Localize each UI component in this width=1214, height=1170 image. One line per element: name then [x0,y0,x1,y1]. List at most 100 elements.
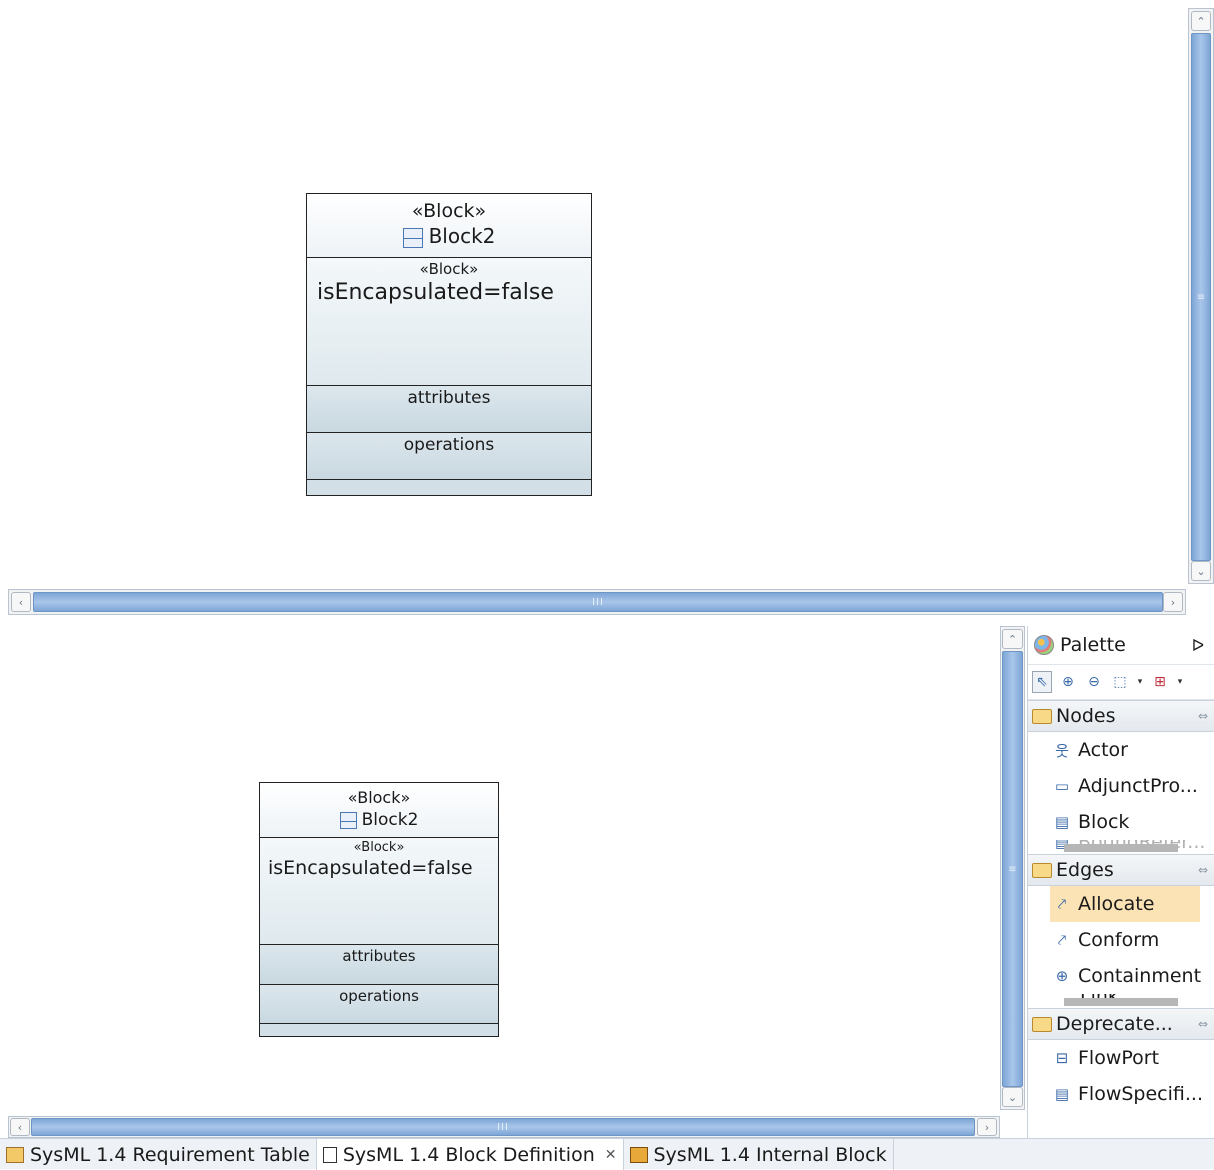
palette-entry-block[interactable]: ▤ Block [1028,804,1214,840]
internal-block-icon [629,1146,648,1163]
operations-compartment[interactable]: operations [260,985,498,1024]
scroll-left-button[interactable]: ‹ [11,592,31,612]
palette-panel: Palette ᐅ ⇖ ⊕ ⊖ ⬚ ▾ ⊞ ▾ Nodes ⇔ 웃 Actor ▭… [1027,626,1214,1140]
block-footer [260,1024,498,1036]
drawer-deprecated[interactable]: Deprecate... ⇔ [1028,1008,1214,1040]
flowport-icon: ⊟ [1055,1049,1069,1067]
palette-entry-link[interactable]: Link [1028,994,1214,1008]
scroll-thumb[interactable]: III [33,592,1163,612]
actor-icon: 웃 [1055,741,1069,760]
close-tab-icon[interactable]: ✕ [605,1147,617,1163]
palette-entry-adjunct-property[interactable]: ▭ AdjunctPro... [1028,768,1214,804]
block-icon: ▤ [1054,813,1070,831]
pin-icon[interactable]: ⇔ [1198,863,1208,877]
scroll-up-button[interactable]: ⌃ [1002,629,1023,649]
zoom-in-icon[interactable]: ⊕ [1058,671,1078,693]
dropdown-arrow-icon[interactable]: ▾ [1136,671,1144,693]
scroll-right-button[interactable]: › [977,1118,997,1136]
tab-label: SysML 1.4 Internal Block [653,1143,887,1166]
scroll-down-button[interactable]: ⌄ [1002,1087,1023,1107]
collapse-palette-icon[interactable]: ᐅ [1192,636,1204,655]
operations-label: operations [403,435,495,455]
connection-tool-icon[interactable]: ⊞ [1150,671,1170,693]
block-body: «Block» isEncapsulated=false [260,838,498,945]
pin-icon[interactable]: ⇔ [1198,1017,1208,1031]
top-block2-figure[interactable]: «Block» Block2 «Block» isEncapsulated=fa… [306,193,592,496]
folder-open-icon [1032,708,1052,724]
is-encapsulated-property[interactable]: isEncapsulated=false [260,855,498,881]
scroll-left-button[interactable]: ‹ [10,1118,30,1136]
entry-label: AdjunctPro... [1078,775,1198,797]
more-entries-indicator[interactable] [1064,998,1178,1006]
entry-label: Containment [1078,965,1202,987]
grip-icon: ≡ [1008,863,1017,875]
folder-open-icon [1032,1016,1052,1032]
scroll-down-button[interactable]: ⌄ [1191,561,1211,581]
tab-label: SysML 1.4 Block Definition [342,1143,595,1166]
select-tool-icon[interactable]: ⇖ [1032,671,1052,693]
chevron-down-icon: ⌄ [1007,1090,1018,1104]
block-stereotype: «Block» [411,200,487,222]
drawer-edges[interactable]: Edges ⇔ [1028,854,1214,886]
tab-label: SysML 1.4 Requirement Table [30,1143,310,1166]
scroll-thumb[interactable]: ≡ [1191,33,1211,561]
chevron-up-icon: ⌃ [1007,632,1018,646]
zoom-out-icon[interactable]: ⊖ [1084,671,1104,693]
is-encapsulated-property[interactable]: isEncapsulated=false [307,278,591,308]
bottom-vertical-scrollbar[interactable]: ⌃ ≡ ⌄ [1000,626,1025,1110]
scroll-right-button[interactable]: › [1163,592,1183,612]
palette-header[interactable]: Palette ᐅ [1028,626,1214,664]
chevron-right-icon: › [1170,595,1176,609]
drawer-label: Edges [1056,859,1114,881]
top-diagram-canvas[interactable] [0,0,1186,588]
body-stereotype: «Block» [353,840,405,855]
palette-entry-actor[interactable]: 웃 Actor [1028,732,1214,768]
block-name[interactable]: Block2 [362,810,419,830]
tab-block-definition[interactable]: SysML 1.4 Block Definition ✕ [316,1139,624,1170]
editor-tab-bar: SysML 1.4 Requirement Table SysML 1.4 Bl… [0,1138,1214,1170]
allocate-icon: ⤤ [1057,895,1067,913]
palette-entry-flow-specification[interactable]: ▤ FlowSpecifi... [1028,1076,1214,1112]
palette-entry-allocate[interactable]: ⤤ Allocate [1050,886,1200,922]
top-vertical-scrollbar[interactable]: ⌃ ≡ ⌄ [1188,8,1214,584]
block-body: «Block» isEncapsulated=false [307,258,591,386]
tab-internal-block[interactable]: SysML 1.4 Internal Block [624,1139,894,1170]
block-name-row: Block2 [307,222,591,250]
scroll-thumb[interactable]: III [31,1118,975,1136]
palette-entry-containment[interactable]: ⊕ Containment [1028,958,1214,994]
bottom-horizontal-scrollbar[interactable]: ‹ III › [8,1116,1000,1138]
operations-compartment[interactable]: operations [307,433,591,480]
attributes-compartment[interactable]: attributes [260,945,498,985]
bottom-diagram-canvas[interactable] [0,618,1000,1116]
conform-icon: ⤤ [1057,931,1067,949]
chevron-left-icon: ‹ [17,1120,23,1134]
palette-entry-bound-reference[interactable]: ▤BoundRefer... [1028,840,1214,854]
more-entries-indicator[interactable] [1064,844,1178,852]
pin-icon[interactable]: ⇔ [1198,709,1208,723]
entry-label: Conform [1078,929,1160,951]
palette-entry-conform[interactable]: ⤤ Conform [1028,922,1214,958]
attributes-label: attributes [407,388,491,408]
block-definition-icon [322,1146,337,1163]
block-name[interactable]: Block2 [429,224,496,248]
block-icon [402,227,423,248]
entry-label: Allocate [1078,893,1155,915]
attributes-compartment[interactable]: attributes [307,386,591,433]
block-icon [339,811,357,829]
dropdown-arrow-icon[interactable]: ▾ [1176,671,1184,693]
containment-icon: ⊕ [1055,967,1069,985]
block-header: «Block» Block2 [260,783,498,838]
top-horizontal-scrollbar[interactable]: ‹ III › [8,589,1186,615]
grip-icon: III [592,596,604,608]
attributes-label: attributes [342,947,416,965]
bottom-block2-figure[interactable]: «Block» Block2 «Block» isEncapsulated=fa… [259,782,499,1037]
marquee-select-icon[interactable]: ⬚ [1110,671,1130,693]
chevron-left-icon: ‹ [18,595,24,609]
palette-entry-flowport[interactable]: ⊟ FlowPort [1028,1040,1214,1076]
entry-label: Block [1078,811,1130,833]
scroll-up-button[interactable]: ⌃ [1191,11,1211,31]
tab-requirement-table[interactable]: SysML 1.4 Requirement Table [0,1139,317,1170]
drawer-nodes[interactable]: Nodes ⇔ [1028,700,1214,732]
scroll-thumb[interactable]: ≡ [1002,651,1023,1087]
chevron-up-icon: ⌃ [1196,14,1206,28]
